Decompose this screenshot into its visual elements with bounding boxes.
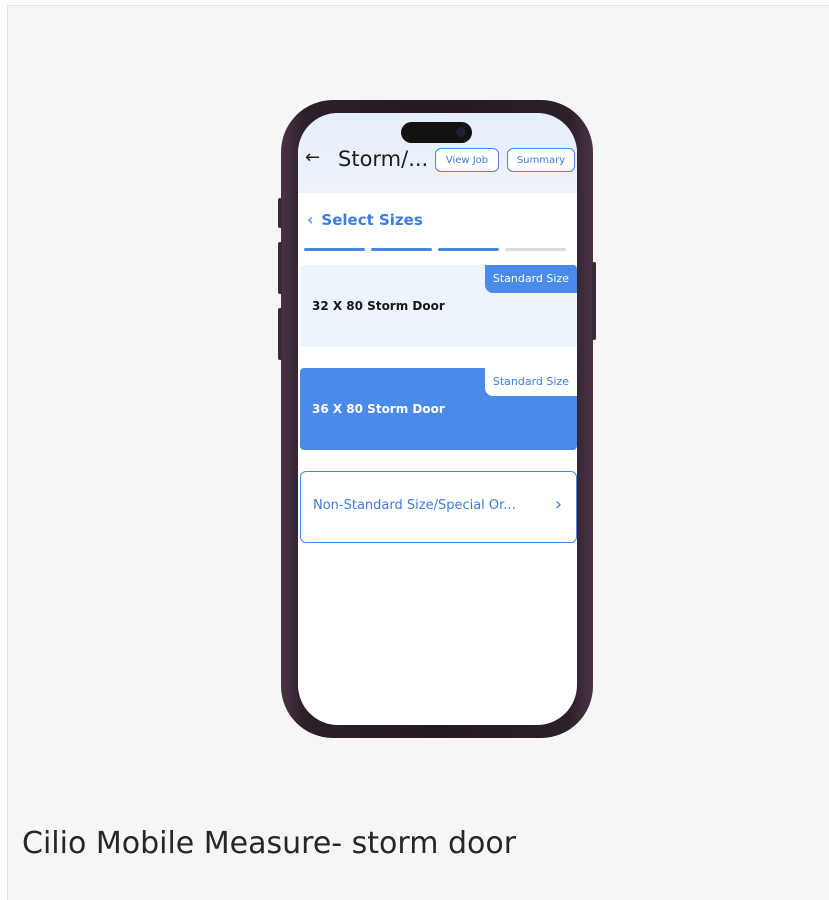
standard-size-badge: Standard Size bbox=[484, 265, 577, 293]
size-option-36x80[interactable]: Standard Size 36 X 80 Storm Door bbox=[300, 368, 577, 450]
progress-segment bbox=[505, 248, 566, 251]
summary-button[interactable]: Summary bbox=[507, 148, 575, 172]
arrow-left-icon[interactable]: ← bbox=[305, 148, 320, 168]
phone-side-button bbox=[278, 198, 282, 228]
camera-icon bbox=[456, 127, 466, 137]
step-progress bbox=[304, 248, 566, 251]
dynamic-island bbox=[401, 122, 472, 143]
option-label: 32 X 80 Storm Door bbox=[312, 299, 445, 313]
chevron-left-icon[interactable]: ‹ bbox=[307, 210, 313, 230]
progress-segment bbox=[304, 248, 365, 251]
page-title: Storm/... bbox=[338, 147, 429, 171]
progress-segment bbox=[438, 248, 499, 251]
size-option-32x80[interactable]: Standard Size 32 X 80 Storm Door bbox=[300, 265, 577, 347]
phone-power-button bbox=[592, 262, 596, 340]
size-option-non-standard[interactable]: Non-Standard Size/Special Or... › bbox=[300, 471, 577, 543]
progress-segment bbox=[371, 248, 432, 251]
option-label: 36 X 80 Storm Door bbox=[312, 402, 445, 416]
option-label: Non-Standard Size/Special Or... bbox=[313, 498, 516, 513]
section-title: Select Sizes bbox=[321, 211, 423, 229]
section-header[interactable]: ‹ Select Sizes bbox=[307, 210, 423, 230]
view-job-button[interactable]: View Job bbox=[435, 148, 499, 172]
phone-volume-down-button bbox=[278, 308, 282, 360]
chevron-right-icon: › bbox=[554, 494, 562, 515]
phone-volume-up-button bbox=[278, 242, 282, 294]
standard-size-badge: Standard Size bbox=[484, 368, 577, 396]
phone-frame: ← Storm/... View Job Summary ‹ Select Siz… bbox=[278, 100, 596, 738]
image-caption: Cilio Mobile Measure- storm door bbox=[22, 826, 517, 861]
phone-screen: ← Storm/... View Job Summary ‹ Select Siz… bbox=[298, 113, 577, 725]
